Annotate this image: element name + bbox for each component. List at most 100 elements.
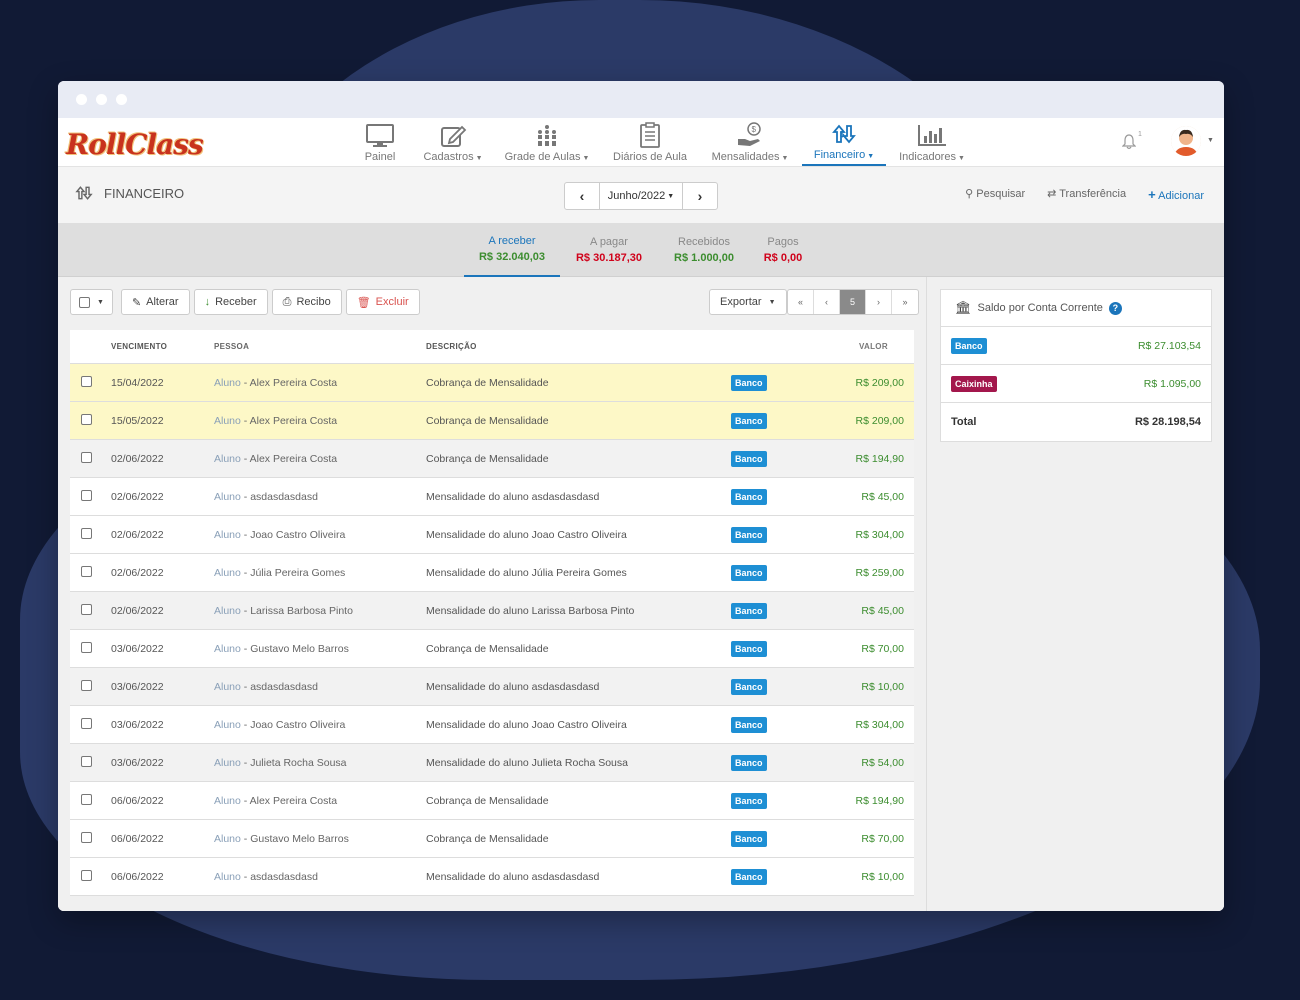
row-checkbox[interactable]: [81, 489, 92, 501]
table-row[interactable]: 03/06/2022 Aluno - Julieta Rocha Sousa Men…: [70, 744, 914, 782]
cell-pessoa-tipo[interactable]: Aluno: [214, 529, 241, 541]
table-row[interactable]: 02/06/2022 Aluno - Júlia Pereira Gomes Men…: [70, 554, 914, 592]
prev-month-button[interactable]: ‹: [565, 183, 599, 209]
tab-a-receber[interactable]: A receber R$ 32.040,03: [464, 223, 560, 277]
cell-pessoa-tipo[interactable]: Aluno: [214, 643, 241, 655]
account-row[interactable]: Caixinha R$ 1.095,00: [941, 365, 1211, 403]
cell-pessoa-tipo[interactable]: Aluno: [214, 567, 241, 579]
col-valor[interactable]: VALOR: [841, 342, 904, 351]
nav-diarios-de-aula[interactable]: Diários de Aula: [610, 120, 690, 166]
col-vencimento[interactable]: VENCIMENTO: [111, 342, 214, 351]
cell-pessoa-tipo[interactable]: Aluno: [214, 719, 241, 731]
cell-vencimento: 02/06/2022: [111, 490, 164, 503]
cell-pessoa-tipo[interactable]: Aluno: [214, 415, 241, 427]
add-button[interactable]: + Adicionar: [1148, 187, 1204, 202]
table-row[interactable]: 02/06/2022 Aluno - Joao Castro Oliveira Me…: [70, 516, 914, 554]
table-row[interactable]: 15/04/2022 Aluno - Alex Pereira Costa Cobr…: [70, 364, 914, 402]
cell-pessoa: Aluno - Alex Pereira Costa: [214, 795, 426, 807]
cell-pessoa-tipo[interactable]: Aluno: [214, 681, 241, 693]
table-row[interactable]: 15/05/2022 Aluno - Alex Pereira Costa Cobr…: [70, 402, 914, 440]
tab-a-pagar[interactable]: A pagar R$ 30.187,30: [568, 223, 650, 277]
tab-pagos[interactable]: Pagos R$ 0,00: [754, 223, 812, 277]
total-label: Total: [951, 416, 977, 428]
row-checkbox[interactable]: [81, 641, 92, 653]
next-month-button[interactable]: ›: [683, 183, 717, 209]
cell-pessoa-nome: - Alex Pereira Costa: [240, 414, 338, 427]
cell-pessoa-tipo[interactable]: Aluno: [214, 833, 241, 845]
next-page-button[interactable]: ›: [866, 290, 892, 314]
tab-recebidos[interactable]: Recebidos R$ 1.000,00: [662, 223, 746, 277]
help-icon[interactable]: ?: [1108, 301, 1122, 315]
row-checkbox[interactable]: [81, 603, 92, 615]
table-row[interactable]: 02/06/2022 Aluno - asdasdasdasd Mensalidad…: [70, 478, 914, 516]
table-row[interactable]: 02/06/2022 Aluno - Alex Pereira Costa Cobr…: [70, 440, 914, 478]
window-dot[interactable]: [76, 94, 87, 105]
prev-page-button[interactable]: ‹: [814, 290, 840, 314]
cell-pessoa-tipo[interactable]: Aluno: [214, 795, 241, 807]
tab-label: Pagos: [767, 236, 799, 248]
col-descricao[interactable]: DESCRIÇÃO: [426, 342, 731, 351]
table-row[interactable]: 06/06/2022 Aluno - Alex Pereira Costa Cobr…: [70, 782, 914, 820]
cell-pessoa: Aluno - Júlia Pereira Gomes: [214, 567, 426, 579]
cell-pessoa-nome: - Julieta Rocha Sousa: [240, 756, 347, 769]
plus-icon: +: [1148, 187, 1156, 202]
checkbox[interactable]: [79, 296, 90, 308]
row-checkbox[interactable]: [81, 565, 92, 577]
excluir-label: Excluir: [375, 296, 409, 308]
window-dot[interactable]: [116, 94, 127, 105]
cell-vencimento: 15/05/2022: [111, 414, 164, 427]
select-all-dropdown[interactable]: ▼: [70, 289, 113, 315]
nav-mensalidades[interactable]: $ Mensalidades ▼: [710, 120, 790, 166]
search-button[interactable]: ⚲ Pesquisar: [965, 187, 1025, 202]
table-row[interactable]: 03/06/2022 Aluno - asdasdasdasd Mensalidad…: [70, 668, 914, 706]
receber-button[interactable]: ↓ Receber: [193, 289, 268, 315]
cell-pessoa-tipo[interactable]: Aluno: [214, 377, 241, 389]
row-checkbox[interactable]: [81, 831, 92, 843]
recibo-button[interactable]: ⎙ Recibo: [271, 289, 342, 315]
row-checkbox[interactable]: [81, 755, 92, 767]
window-dot[interactable]: [96, 94, 107, 105]
account-badge: Banco: [731, 412, 767, 429]
table-row[interactable]: 06/06/2022 Aluno - asdasdasdasd Mensalidad…: [70, 858, 914, 896]
avatar[interactable]: [1171, 126, 1201, 156]
account-row[interactable]: Banco R$ 27.103,54: [941, 327, 1211, 365]
table-row[interactable]: 06/06/2022 Aluno - Gustavo Melo Barros Cob…: [70, 820, 914, 858]
alterar-button[interactable]: ✎ Alterar: [120, 289, 190, 315]
cell-pessoa-tipo[interactable]: Aluno: [214, 605, 241, 617]
cell-pessoa-tipo[interactable]: Aluno: [214, 453, 241, 465]
row-checkbox[interactable]: [81, 527, 92, 539]
cell-pessoa-nome: - Larissa Barbosa Pinto: [240, 604, 353, 617]
row-checkbox[interactable]: [81, 793, 92, 805]
excluir-button[interactable]: 🗑 Excluir: [345, 289, 420, 315]
logo[interactable]: RollClass: [66, 128, 204, 161]
col-pessoa[interactable]: PESSOA: [214, 342, 426, 351]
row-checkbox[interactable]: [81, 451, 92, 463]
nav-financeiro[interactable]: $ Financeiro ▼: [802, 120, 886, 166]
last-page-button[interactable]: »: [892, 290, 918, 314]
cell-pessoa-tipo[interactable]: Aluno: [214, 757, 241, 769]
caret-down-icon[interactable]: ▼: [1207, 137, 1214, 144]
row-checkbox[interactable]: [81, 869, 92, 881]
row-checkbox[interactable]: [81, 717, 92, 729]
cell-vencimento: 03/06/2022: [111, 718, 164, 731]
transfer-button[interactable]: ⇄ Transferência: [1047, 187, 1126, 202]
first-page-button[interactable]: «: [788, 290, 814, 314]
table-row[interactable]: 03/06/2022 Aluno - Joao Castro Oliveira Me…: [70, 706, 914, 744]
table-row[interactable]: 03/06/2022 Aluno - Gustavo Melo Barros Cob…: [70, 630, 914, 668]
row-checkbox[interactable]: [81, 413, 92, 425]
row-checkbox[interactable]: [81, 375, 92, 387]
nav-cadastros[interactable]: Cadastros ▼: [418, 120, 488, 166]
export-button[interactable]: Exportar ▼: [709, 289, 787, 315]
cell-pessoa-tipo[interactable]: Aluno: [214, 871, 241, 883]
row-checkbox[interactable]: [81, 679, 92, 691]
cell-pessoa-tipo[interactable]: Aluno: [214, 491, 241, 503]
current-page[interactable]: 5: [840, 290, 866, 314]
notifications[interactable]: 1: [1121, 131, 1142, 153]
nav-grade-de-aulas[interactable]: Grade de Aulas ▼: [502, 120, 592, 166]
nav-painel[interactable]: Painel: [354, 120, 406, 166]
table-row[interactable]: 02/06/2022 Aluno - Larissa Barbosa Pinto M…: [70, 592, 914, 630]
tab-amount: R$ 0,00: [763, 252, 803, 264]
month-label: Junho/2022: [607, 190, 666, 202]
nav-indicadores[interactable]: Indicadores ▼: [896, 120, 968, 166]
month-select[interactable]: Junho/2022 ▼: [599, 183, 683, 209]
